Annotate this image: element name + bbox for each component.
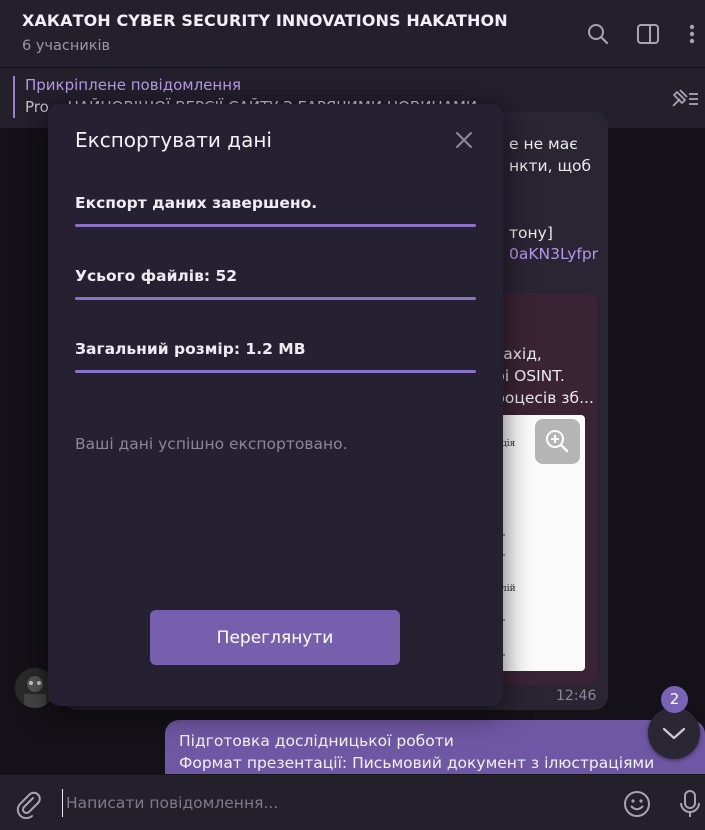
preview-text: роцесів зб... <box>495 389 594 407</box>
success-message: Ваші дані успішно експортовано. <box>75 435 348 453</box>
dialog-title: Експортувати дані <box>75 128 272 152</box>
message-text: тону] <box>509 224 553 242</box>
svg-text:ція: ція <box>501 439 516 449</box>
pinned-indicator <box>13 76 15 118</box>
message-text: нкти, щоб <box>509 157 592 175</box>
chat-title[interactable]: ХАКАТОН CYBER SECURITY INNOVATIONS HAKAT… <box>22 11 508 30</box>
microphone-icon[interactable] <box>677 788 703 820</box>
export-dialog: Експортувати дані Експорт даних завершен… <box>48 104 503 706</box>
svg-text:лій: лій <box>501 584 516 594</box>
progress-bar <box>75 297 476 300</box>
search-icon[interactable] <box>584 20 612 48</box>
scroll-down-button[interactable] <box>648 707 700 759</box>
message-input[interactable] <box>62 789 568 817</box>
close-icon[interactable] <box>453 129 475 151</box>
pin-list-icon[interactable] <box>669 86 699 110</box>
chevron-down-icon <box>662 727 686 740</box>
member-count: 6 учасників <box>22 38 111 54</box>
message-time: 12:46 <box>556 688 597 704</box>
preview-text: рі OSINT. <box>495 367 565 385</box>
more-vertical-icon[interactable] <box>680 20 705 48</box>
unread-badge: 2 <box>661 686 688 713</box>
emoji-icon[interactable] <box>622 789 652 819</box>
message-text: Формат презентації: Письмовий документ з… <box>179 754 655 772</box>
export-status-label: Експорт даних завершено. <box>75 194 318 212</box>
total-size-label: Загальний розмір: 1.2 MB <box>75 340 306 358</box>
progress-bar <box>75 370 476 373</box>
message-link[interactable]: 0aKN3Lyfpr <box>509 245 598 263</box>
total-files-label: Усього файлів: 52 <box>75 267 238 285</box>
zoom-icon[interactable] <box>535 419 580 464</box>
sidebar-toggle-icon[interactable] <box>634 20 662 48</box>
message-composer <box>0 774 705 830</box>
view-button[interactable]: Переглянути <box>150 610 400 665</box>
message-text: Підготовка дослідницької роботи <box>179 732 454 750</box>
pinned-title: Прикріплене повідомлення <box>25 76 242 94</box>
chat-header[interactable]: ХАКАТОН CYBER SECURITY INNOVATIONS HAKAT… <box>0 0 705 68</box>
progress-bar <box>75 224 476 227</box>
message-text: е не має <box>509 135 578 153</box>
attach-icon[interactable] <box>14 789 44 819</box>
